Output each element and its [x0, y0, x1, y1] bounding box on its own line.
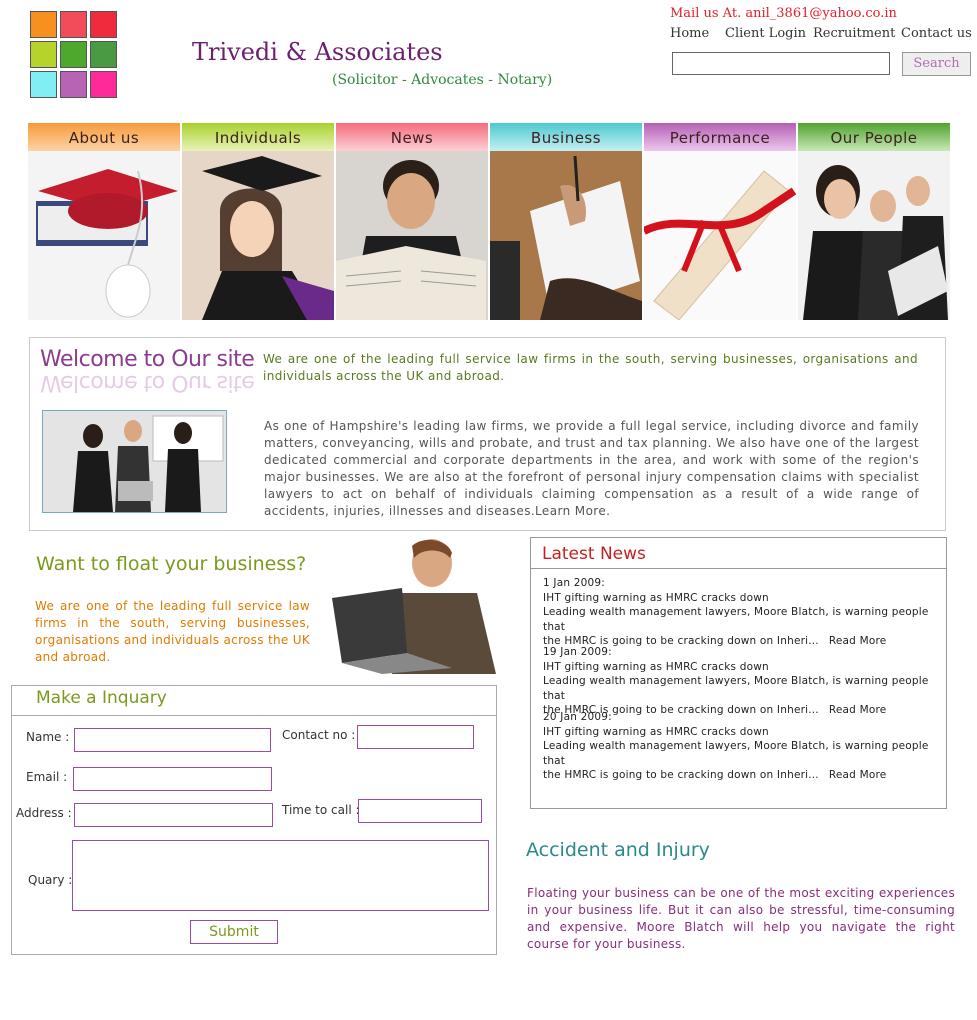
category-our-people[interactable]: Our People: [798, 123, 950, 320]
nav-home[interactable]: Home: [670, 26, 725, 41]
float-title: Want to float your business?: [36, 553, 307, 575]
nav-client-login[interactable]: Client Login: [725, 26, 813, 41]
news-item: 1 Jan 2009: IHT gifting warning as HMRC …: [543, 576, 945, 649]
site-title: Trivedi & Associates: [192, 38, 443, 66]
category-individuals[interactable]: Individuals: [182, 123, 334, 320]
logo-square: [30, 11, 57, 38]
query-field[interactable]: [72, 840, 489, 911]
time-to-call-label: Time to call :: [282, 803, 360, 817]
category-performance[interactable]: Performance: [642, 123, 797, 321]
news-item: 19 Jan 2009: IHT gifting warning as HMRC…: [543, 645, 945, 718]
news-date: 1 Jan 2009:: [543, 577, 606, 589]
logo-square: [30, 71, 57, 98]
search-input[interactable]: [672, 52, 890, 75]
business-people-image: [798, 151, 950, 320]
news-summary: Leading wealth management lawyers, Moore…: [543, 675, 929, 702]
top-nav: Home Client Login Recruitment Contact us: [670, 26, 972, 41]
news-headline: IHT gifting warning as HMRC cracks down: [543, 591, 769, 604]
mail-link[interactable]: Mail us At. anil_3861@yahoo.co.in: [670, 6, 897, 21]
nav-recruitment[interactable]: Recruitment: [813, 26, 901, 41]
news-date: 20 Jan 2009:: [543, 711, 612, 723]
news-headline: IHT gifting warning as HMRC cracks down: [543, 660, 769, 673]
accident-text: Floating your business can be one of the…: [527, 886, 955, 951]
accident-title: Accident and Injury: [526, 839, 710, 861]
email-field[interactable]: [73, 767, 272, 791]
laptop-man-photo: [312, 538, 496, 674]
logo-square: [60, 71, 87, 98]
contact-field[interactable]: [357, 725, 474, 749]
name-field[interactable]: [74, 728, 271, 752]
signing-document-image: [490, 151, 642, 320]
float-text: We are one of the leading full service l…: [35, 599, 310, 664]
news-date: 19 Jan 2009:: [543, 646, 612, 658]
tab-business[interactable]: Business: [490, 123, 642, 151]
site-subtitle: (Solicitor - Advocates - Notary): [332, 72, 553, 88]
welcome-title: Welcome to Our site: [40, 347, 255, 372]
latest-news-title: Latest News: [542, 544, 646, 564]
email-label: Email :: [26, 770, 68, 784]
tab-individuals[interactable]: Individuals: [182, 123, 334, 151]
category-news[interactable]: News: [336, 123, 488, 320]
logo-square: [90, 71, 117, 98]
address-field[interactable]: [74, 803, 273, 827]
news-item: 20 Jan 2009: IHT gifting warning as HMRC…: [543, 710, 945, 783]
logo-square: [90, 11, 117, 38]
logo: [30, 11, 126, 98]
graduation-cap-image: [28, 151, 180, 320]
news-summary: Leading wealth management lawyers, Moore…: [543, 606, 929, 633]
logo-square: [90, 41, 117, 68]
nav-contact-us[interactable]: Contact us: [901, 26, 972, 41]
logo-square: [30, 41, 57, 68]
submit-button[interactable]: Submit: [190, 920, 278, 944]
welcome-body-text: As one of Hampshire's leading law firms,…: [264, 419, 919, 518]
news-summary: Leading wealth management lawyers, Moore…: [543, 740, 929, 767]
category-business[interactable]: Business: [490, 123, 642, 320]
news-headline: IHT gifting warning as HMRC cracks down: [543, 725, 769, 738]
name-label: Name :: [26, 730, 70, 744]
query-label: Quary :: [28, 873, 73, 887]
contact-label: Contact no :: [282, 728, 356, 742]
category-about-us[interactable]: About us: [28, 123, 180, 320]
welcome-intro-text: We are one of the leading full service l…: [263, 352, 918, 383]
tab-our-people[interactable]: Our People: [798, 123, 950, 151]
tab-news[interactable]: News: [336, 123, 488, 151]
team-meeting-photo: [42, 410, 227, 513]
tab-about-us[interactable]: About us: [28, 123, 180, 151]
diploma-scroll-image: [642, 151, 797, 321]
newspaper-reader-image: [336, 151, 488, 320]
address-label: Address :: [16, 806, 72, 820]
tab-performance[interactable]: Performance: [644, 123, 796, 151]
news-summary-cont: the HMRC is going to be cracking down on…: [543, 769, 819, 781]
logo-square: [60, 41, 87, 68]
logo-square: [60, 11, 87, 38]
time-to-call-field[interactable]: [358, 799, 482, 823]
graduate-image: [182, 151, 334, 320]
welcome-title-reflection: Welcome to Our site: [40, 370, 255, 395]
read-more-link[interactable]: Read More: [829, 769, 887, 781]
inquiry-title: Make a Inquary: [36, 688, 167, 708]
search-button[interactable]: Search: [902, 52, 971, 76]
